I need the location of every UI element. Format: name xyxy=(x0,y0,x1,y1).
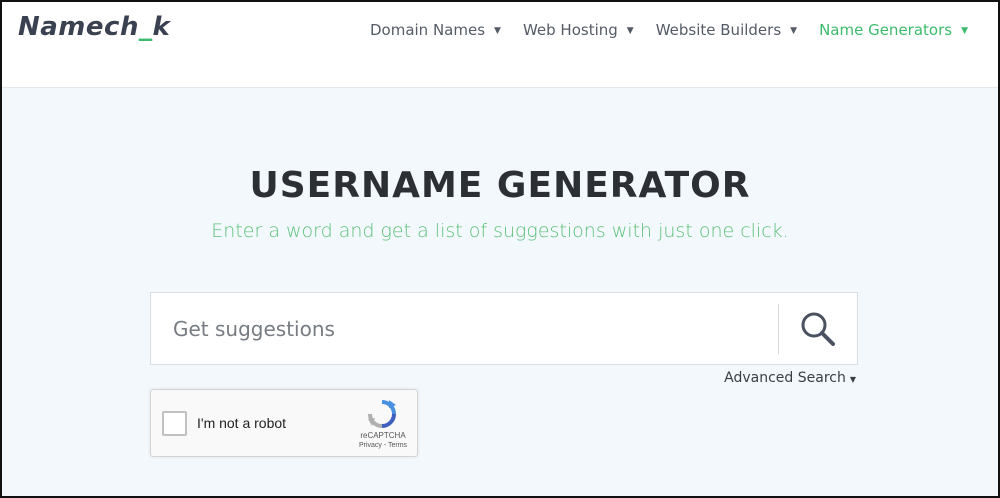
site-logo[interactable]: Namech_k xyxy=(18,12,170,42)
search-button[interactable] xyxy=(779,293,857,364)
main-nav: Domain Names ▼ Web Hosting ▼ Website Bui… xyxy=(370,21,968,39)
nav-item-name-generators[interactable]: Name Generators ▼ xyxy=(819,21,968,39)
search-icon xyxy=(801,312,835,346)
logo-text-part1: Namech xyxy=(18,12,139,42)
caret-down-icon: ▼ xyxy=(626,26,634,36)
recaptcha-widget: I'm not a robot reCAPTCHA Privacy - Term… xyxy=(150,389,418,457)
page-subtitle: Enter a word and get a list of suggestio… xyxy=(211,220,789,242)
recaptcha-privacy-terms-link[interactable]: Privacy - Terms xyxy=(355,442,411,449)
page-frame: Namech_k Domain Names ▼ Web Hosting ▼ We… xyxy=(0,0,1000,498)
logo-text-underscore: _ xyxy=(138,12,153,42)
caret-down-icon: ▼ xyxy=(849,374,856,384)
advanced-search-toggle[interactable]: Advanced Search ▼ xyxy=(724,370,856,386)
search-input[interactable] xyxy=(151,293,777,364)
recaptcha-logo-icon xyxy=(368,400,396,428)
nav-item-label: Website Builders xyxy=(655,21,782,39)
caret-down-icon: ▼ xyxy=(494,26,501,36)
site-header: Namech_k Domain Names ▼ Web Hosting ▼ We… xyxy=(2,2,998,88)
advanced-search-label: Advanced Search xyxy=(724,370,846,386)
recaptcha-brand: reCAPTCHA xyxy=(360,431,406,440)
recaptcha-label: I'm not a robot xyxy=(197,415,287,431)
nav-item-label: Name Generators xyxy=(819,21,953,39)
caret-down-icon: ▼ xyxy=(790,26,798,36)
nav-item-label: Web Hosting xyxy=(522,21,618,39)
page-title: USERNAME GENERATOR xyxy=(249,165,751,206)
caret-down-icon: ▼ xyxy=(961,26,968,36)
search-box xyxy=(150,292,858,365)
recaptcha-checkbox[interactable] xyxy=(162,411,187,436)
nav-item-web-hosting[interactable]: Web Hosting ▼ xyxy=(523,21,634,39)
nav-item-label: Domain Names xyxy=(369,21,486,39)
nav-item-website-builders[interactable]: Website Builders ▼ xyxy=(656,21,797,39)
logo-text-part3: k xyxy=(152,12,171,42)
nav-item-domain-names[interactable]: Domain Names ▼ xyxy=(370,21,501,39)
